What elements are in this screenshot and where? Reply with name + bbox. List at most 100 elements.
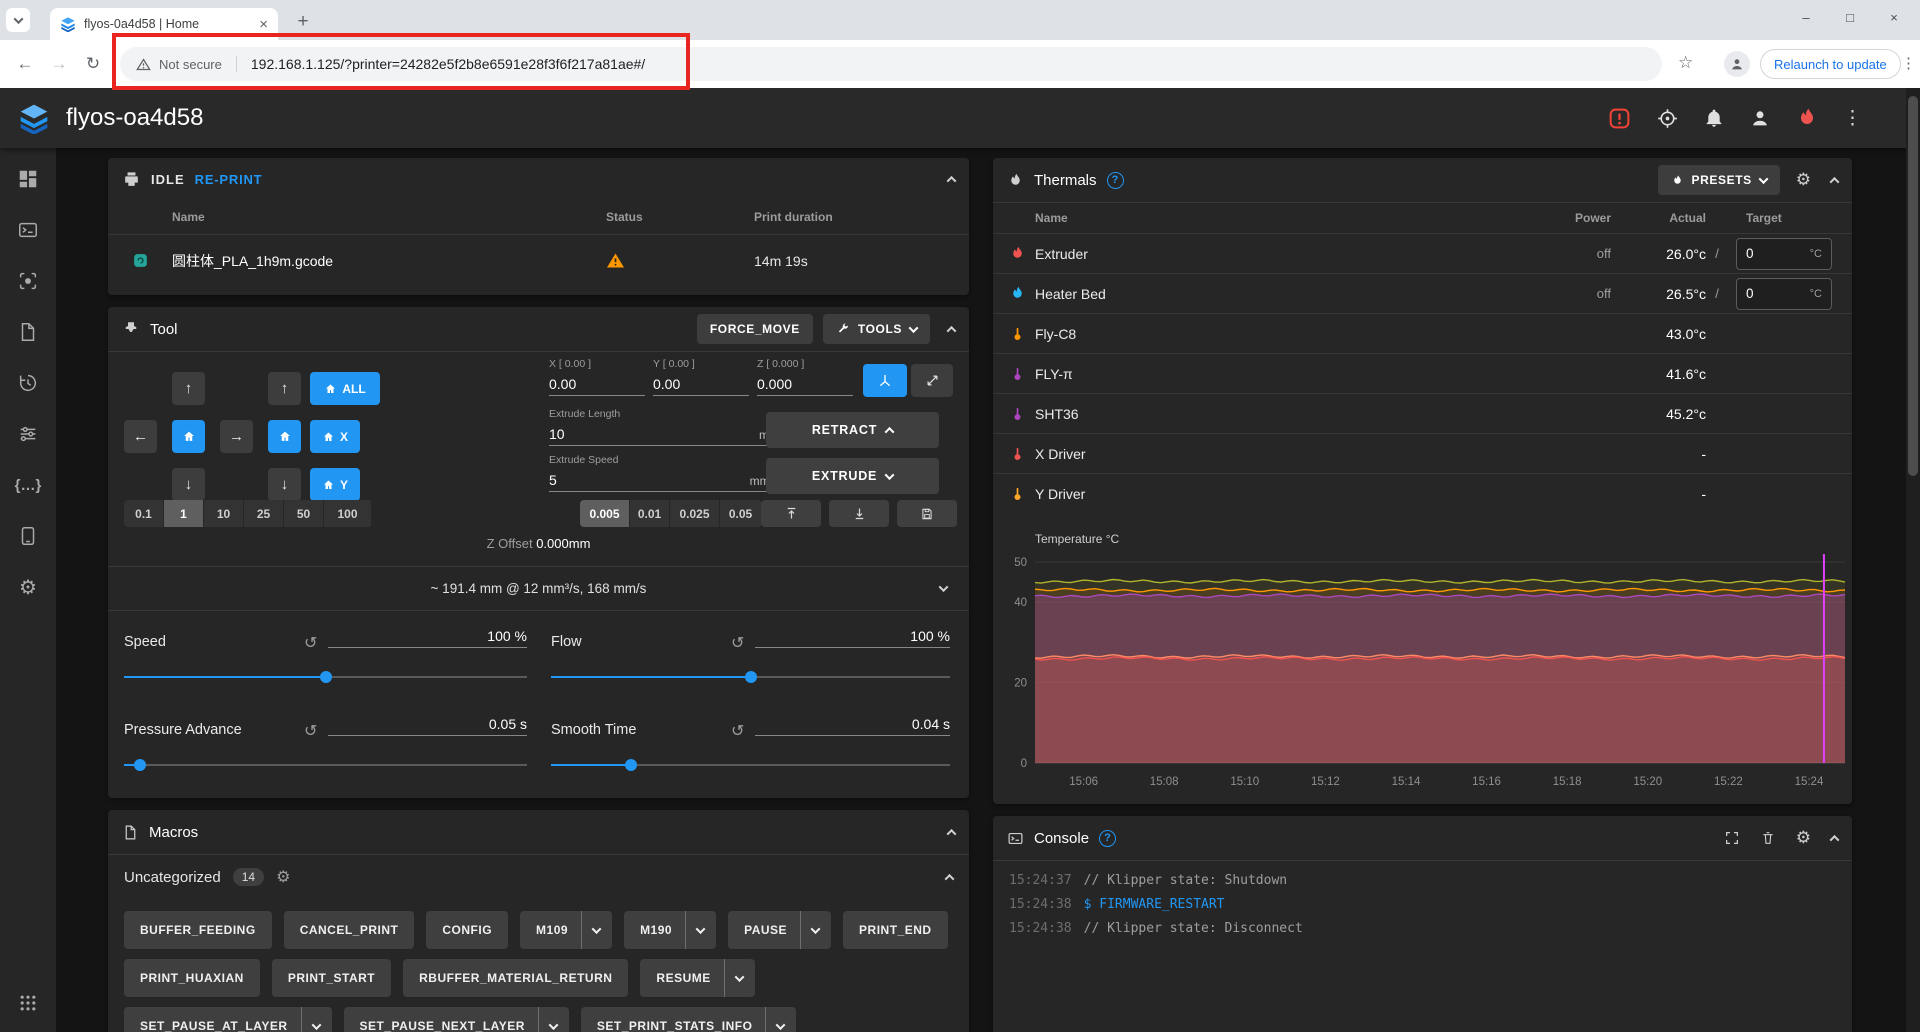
sidebar-item-camera[interactable] <box>17 268 39 294</box>
thermals-help-icon[interactable]: ? <box>1107 172 1124 189</box>
step-1[interactable]: 1 <box>164 500 204 527</box>
flow-slider-thumb[interactable] <box>745 671 757 683</box>
app-menu-kebab-icon[interactable]: ⋮ <box>1843 107 1862 130</box>
macro-print-huaxian[interactable]: PRINT_HUAXIAN <box>124 959 260 997</box>
sidebar-item-dashboard[interactable] <box>17 166 39 192</box>
position-mode-absolute-button[interactable] <box>863 364 907 397</box>
macro-dropdown-caret[interactable] <box>765 1007 784 1032</box>
relaunch-to-update-button[interactable]: Relaunch to update <box>1760 49 1901 79</box>
home-x-button[interactable]: X <box>310 420 360 453</box>
console-settings-gear-icon[interactable]: ⚙ <box>1796 828 1811 848</box>
sidebar-apps-grid-icon[interactable] <box>18 990 38 1016</box>
forward-button[interactable]: → <box>42 47 76 81</box>
thermal-row-fly-pi[interactable]: FLY-π 41.6°c <box>993 353 1852 393</box>
browser-tab[interactable]: flyos-0a4d58 | Home × <box>50 8 278 40</box>
move-z-minus-button[interactable]: ↓ <box>268 468 301 501</box>
thermal-row-heater-bed[interactable]: Heater Bed off 26.5°c / 0°C <box>993 273 1852 313</box>
home-all-button[interactable]: ALL <box>310 372 380 405</box>
sidebar-item-macros[interactable]: {…} <box>15 472 42 498</box>
extruder-target-input[interactable]: 0°C <box>1736 238 1832 270</box>
not-secure-label[interactable]: Not secure <box>159 57 222 72</box>
macro-dropdown-caret[interactable] <box>724 959 743 997</box>
move-x-minus-button[interactable]: ← <box>124 420 157 453</box>
macro-rbuffer-material-return[interactable]: RBUFFER_MATERIAL_RETURN <box>403 959 628 997</box>
smooth-time-slider[interactable] <box>551 764 950 766</box>
collapse-macros-icon[interactable] <box>947 828 957 838</box>
step-50[interactable]: 50 <box>284 500 324 527</box>
thermal-row-y-driver[interactable]: Y Driver - <box>993 473 1852 513</box>
macro-resume[interactable]: RESUME <box>640 959 754 997</box>
speed-slider-thumb[interactable] <box>320 671 332 683</box>
speed-field[interactable]: 100 % <box>328 620 527 648</box>
zstep-0.025[interactable]: 0.025 <box>670 500 720 527</box>
macro-buffer-feeding[interactable]: BUFFER_FEEDING <box>124 911 272 949</box>
sidebar-item-console[interactable] <box>17 217 39 243</box>
thermal-row-sht36[interactable]: SHT36 45.2°c <box>993 393 1852 433</box>
heater-bed-target-input[interactable]: 0°C <box>1736 278 1832 310</box>
collapse-tool-icon[interactable] <box>947 325 957 335</box>
reload-button[interactable]: ↻ <box>76 47 110 81</box>
presets-button[interactable]: PRESETS <box>1658 165 1780 195</box>
extruder-stats-row[interactable]: ~ 191.4 mm @ 12 mm³/s, 168 mm/s <box>108 566 969 610</box>
thermals-settings-gear-icon[interactable]: ⚙ <box>1796 170 1811 190</box>
collapse-status-icon[interactable] <box>947 175 957 185</box>
move-y-plus-button[interactable]: ↑ <box>172 372 205 405</box>
thermal-row-extruder[interactable]: Extruder off 26.0°c / 0°C <box>993 233 1852 273</box>
notifications-bell-button[interactable] <box>1703 107 1725 129</box>
console-output[interactable]: 15:24:37// Klipper state: Shutdown 15:24… <box>993 861 1852 941</box>
macro-set-pause-at-layer[interactable]: SET_PAUSE_AT_LAYER <box>124 1007 332 1032</box>
reset-pa-icon[interactable]: ↺ <box>304 721 317 741</box>
thermal-row-x-driver[interactable]: X Driver - <box>993 433 1852 473</box>
move-x-plus-button[interactable]: → <box>220 420 253 453</box>
macro-dropdown-caret[interactable] <box>301 1007 320 1032</box>
speed-slider[interactable] <box>124 676 527 678</box>
bookmark-star-icon[interactable]: ☆ <box>1678 53 1693 73</box>
collapse-category-icon[interactable] <box>945 873 955 883</box>
macro-set-print-stats-info[interactable]: SET_PRINT_STATS_INFO <box>581 1007 797 1032</box>
y-pos-field[interactable]: 0.00 <box>653 368 749 396</box>
x-pos-field[interactable]: 0.00 <box>549 368 645 396</box>
home-z-button[interactable] <box>268 420 301 453</box>
macro-config[interactable]: CONFIG <box>426 911 508 949</box>
z-pos-field[interactable]: 0.000 <box>757 368 853 396</box>
sidebar-item-history[interactable] <box>17 370 39 396</box>
extrude-button[interactable]: EXTRUDE <box>766 458 939 494</box>
macro-dropdown-caret[interactable] <box>581 911 600 949</box>
zstep-0.01[interactable]: 0.01 <box>630 500 670 527</box>
locate-printer-button[interactable] <box>1656 107 1679 130</box>
console-help-icon[interactable]: ? <box>1099 830 1116 847</box>
macro-set-pause-next-layer[interactable]: SET_PAUSE_NEXT_LAYER <box>344 1007 569 1032</box>
sidebar-item-tune[interactable] <box>17 421 39 447</box>
force-move-button[interactable]: FORCE_MOVE <box>697 314 813 344</box>
minimize-button[interactable]: – <box>1784 0 1828 34</box>
reset-speed-icon[interactable]: ↺ <box>304 633 317 653</box>
retract-button[interactable]: RETRACT <box>766 412 939 448</box>
step-0.1[interactable]: 0.1 <box>124 500 164 527</box>
tab-search-button[interactable] <box>6 8 30 32</box>
z-offset-up-button[interactable] <box>761 500 821 527</box>
macro-dropdown-caret[interactable] <box>800 911 819 949</box>
extrude-speed-field[interactable]: 5 mm/s <box>549 464 779 492</box>
smooth-time-field[interactable]: 0.04 s <box>755 708 950 736</box>
zstep-0.05[interactable]: 0.05 <box>720 500 762 527</box>
position-mode-relative-button[interactable] <box>911 364 953 397</box>
console-clear-trash-icon[interactable] <box>1760 830 1776 846</box>
macro-dropdown-caret[interactable] <box>538 1007 557 1032</box>
macro-dropdown-caret[interactable] <box>685 911 704 949</box>
pa-slider-thumb[interactable] <box>134 759 146 771</box>
macro-settings-gear-icon[interactable]: ⚙ <box>276 867 290 887</box>
home-xy-button[interactable] <box>172 420 205 453</box>
move-y-minus-button[interactable]: ↓ <box>172 468 205 501</box>
tab-close-icon[interactable]: × <box>259 17 268 32</box>
sidebar-item-device[interactable] <box>17 523 39 549</box>
collapse-console-icon[interactable] <box>1830 834 1840 844</box>
macro-print-start[interactable]: PRINT_START <box>272 959 391 997</box>
tools-dropdown-button[interactable]: TOOLS <box>823 314 930 344</box>
new-tab-button[interactable]: + <box>290 9 316 35</box>
collapse-thermals-icon[interactable] <box>1830 176 1840 186</box>
url-text[interactable]: 192.168.1.125/?printer=24282e5f2b8e6591e… <box>251 56 645 72</box>
scrollbar-thumb[interactable] <box>1908 96 1918 476</box>
klipper-flame-icon[interactable] <box>1795 106 1819 130</box>
z-offset-down-button[interactable] <box>829 500 889 527</box>
step-100[interactable]: 100 <box>324 500 372 527</box>
